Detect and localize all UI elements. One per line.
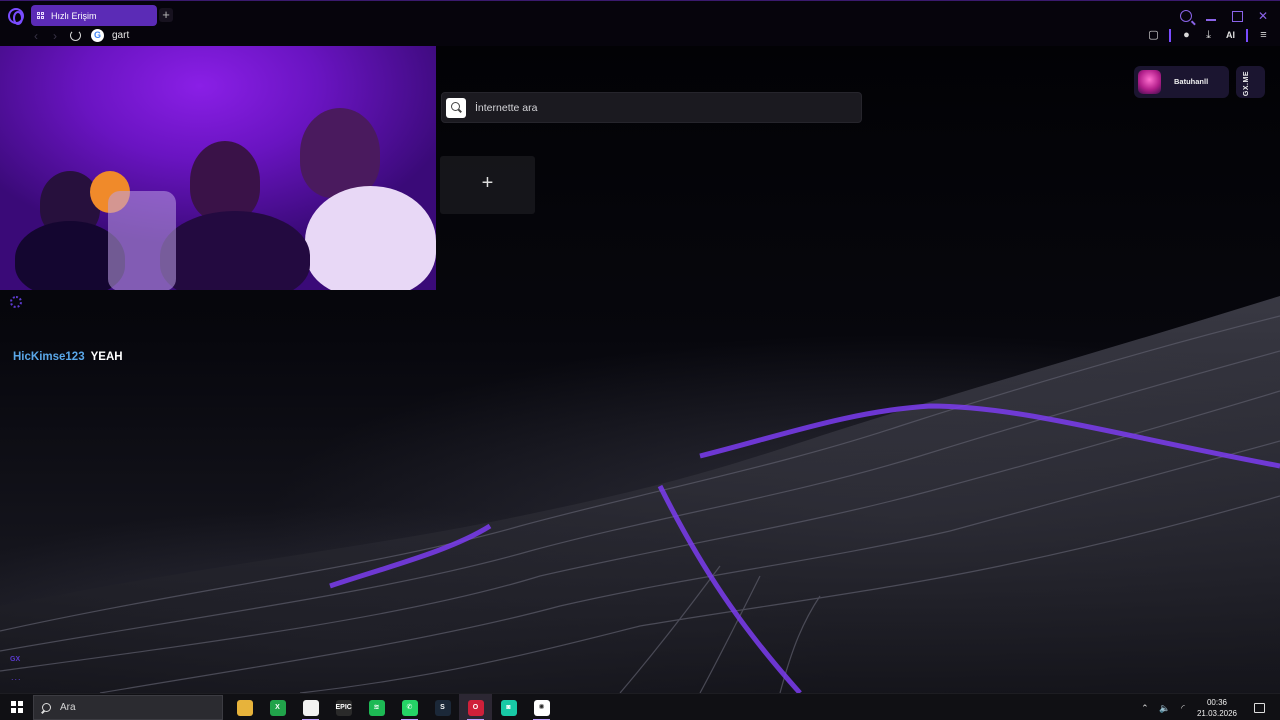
- file-explorer-icon: [236, 699, 253, 716]
- tab-label: Hızlı Erişim: [51, 10, 97, 21]
- opera-gx-logo-icon[interactable]: [8, 8, 24, 25]
- plus-icon: +: [481, 172, 494, 194]
- tab-quick-access[interactable]: Hızlı Erişim: [31, 5, 157, 26]
- taskbar-app[interactable]: S: [426, 694, 459, 720]
- menu-icon[interactable]: ≡: [1257, 28, 1270, 42]
- whatsapp-icon: ✆: [401, 699, 418, 716]
- browser-tab-bar: Hızlı Erişim + ✕: [0, 0, 1280, 30]
- taskbar-search-placeholder: Ara: [60, 702, 76, 713]
- opera-gx-icon: O: [467, 699, 484, 716]
- notepad-icon: [302, 699, 319, 716]
- webcam-overlay: [0, 46, 436, 290]
- taskbar-app[interactable]: ✺: [525, 694, 558, 720]
- taskbar-apps: X EPIC ≋ ✆ S O ◙ ✺: [228, 694, 558, 720]
- epic-games-icon: EPIC: [335, 699, 352, 716]
- toolbar-separator: [1169, 28, 1171, 42]
- speed-dial-page: HicKimse123 YEAH İnternette ara + Batuhan…: [0, 46, 1280, 693]
- windows-start-icon[interactable]: [11, 701, 23, 713]
- tab-search-icon[interactable]: [1180, 10, 1192, 22]
- new-tab-button[interactable]: +: [159, 8, 173, 22]
- gxme-label: GX.ME: [1243, 71, 1250, 97]
- speed-dial-icon: [37, 11, 45, 20]
- chat-username: HicKimse123: [13, 351, 85, 363]
- add-speed-dial-button[interactable]: +: [440, 156, 535, 214]
- xbox-icon: X: [269, 699, 286, 716]
- reload-button[interactable]: [70, 30, 81, 41]
- steam-icon: S: [434, 699, 451, 716]
- clock-date: 21.03.2026: [1196, 708, 1237, 718]
- water-bottle: [108, 191, 176, 290]
- system-tray: ⌃ 🔈 ◜ 00:36 21.03.2026: [1140, 694, 1280, 720]
- toolbar-separator: [1246, 28, 1248, 42]
- taskbar-app[interactable]: [294, 694, 327, 720]
- notification-center-icon[interactable]: [1254, 702, 1265, 713]
- taskbar-app[interactable]: EPIC: [327, 694, 360, 720]
- profile-name: Batuhanll: [1174, 77, 1209, 86]
- taskbar-app[interactable]: ✆: [393, 694, 426, 720]
- chevron-up-icon[interactable]: ⌃: [1140, 702, 1150, 714]
- taskbar-app[interactable]: O: [459, 694, 492, 720]
- gx-logo-icon[interactable]: GX: [10, 656, 20, 663]
- chat-text: YEAH: [90, 351, 123, 363]
- wifi-icon[interactable]: ◜: [1178, 702, 1188, 714]
- webcam-person: [160, 211, 310, 290]
- minimize-button[interactable]: [1204, 9, 1218, 23]
- web-search-bar[interactable]: İnternette ara: [441, 92, 862, 123]
- chatgpt-icon: ✺: [533, 699, 550, 716]
- download-icon[interactable]: ⤓: [1202, 28, 1215, 42]
- clock[interactable]: 00:36 21.03.2026: [1197, 697, 1237, 719]
- webcam-person: [300, 108, 380, 198]
- spotify-icon: ≋: [368, 699, 385, 716]
- google-icon: G: [91, 29, 104, 42]
- webcam-person: [305, 186, 436, 290]
- aria-ai-button[interactable]: AI: [1224, 28, 1237, 42]
- taskbar-app[interactable]: ◙: [492, 694, 525, 720]
- webcam-person: [190, 141, 260, 221]
- forward-button[interactable]: ›: [53, 30, 65, 42]
- taskbar-app[interactable]: X: [261, 694, 294, 720]
- url-input[interactable]: gart: [112, 30, 129, 41]
- windows-taskbar: Ara X EPIC ≋ ✆ S O ◙ ✺ ⌃ 🔈 ◜ 00:36 21.03.2026: [0, 693, 1280, 720]
- search-icon[interactable]: [446, 98, 466, 118]
- more-options-icon[interactable]: ...: [11, 672, 22, 682]
- discord-like-icon: ◙: [500, 699, 517, 716]
- back-button[interactable]: ‹: [34, 30, 46, 42]
- settings-gear-icon[interactable]: [10, 296, 22, 308]
- taskbar-app[interactable]: ≋: [360, 694, 393, 720]
- chat-message: HicKimse123 YEAH: [13, 351, 123, 363]
- snapshot-icon[interactable]: ▢: [1147, 28, 1160, 42]
- maximize-button[interactable]: [1230, 9, 1244, 23]
- taskbar-search-box[interactable]: Ara: [33, 695, 223, 720]
- profile-icon[interactable]: ●: [1180, 28, 1193, 42]
- volume-icon[interactable]: 🔈: [1159, 702, 1170, 714]
- avatar: [1138, 70, 1161, 94]
- profile-card[interactable]: Batuhanll: [1134, 66, 1229, 98]
- clock-time: 00:36: [1206, 697, 1227, 707]
- search-input[interactable]: İnternette ara: [475, 102, 537, 114]
- close-button[interactable]: ✕: [1256, 9, 1270, 23]
- address-bar: ‹ › G gart ▢ ● ⤓ AI ≡: [0, 27, 1280, 46]
- taskbar-app[interactable]: [228, 694, 261, 720]
- gxme-button[interactable]: GX.ME: [1236, 66, 1265, 98]
- search-icon: [41, 702, 51, 713]
